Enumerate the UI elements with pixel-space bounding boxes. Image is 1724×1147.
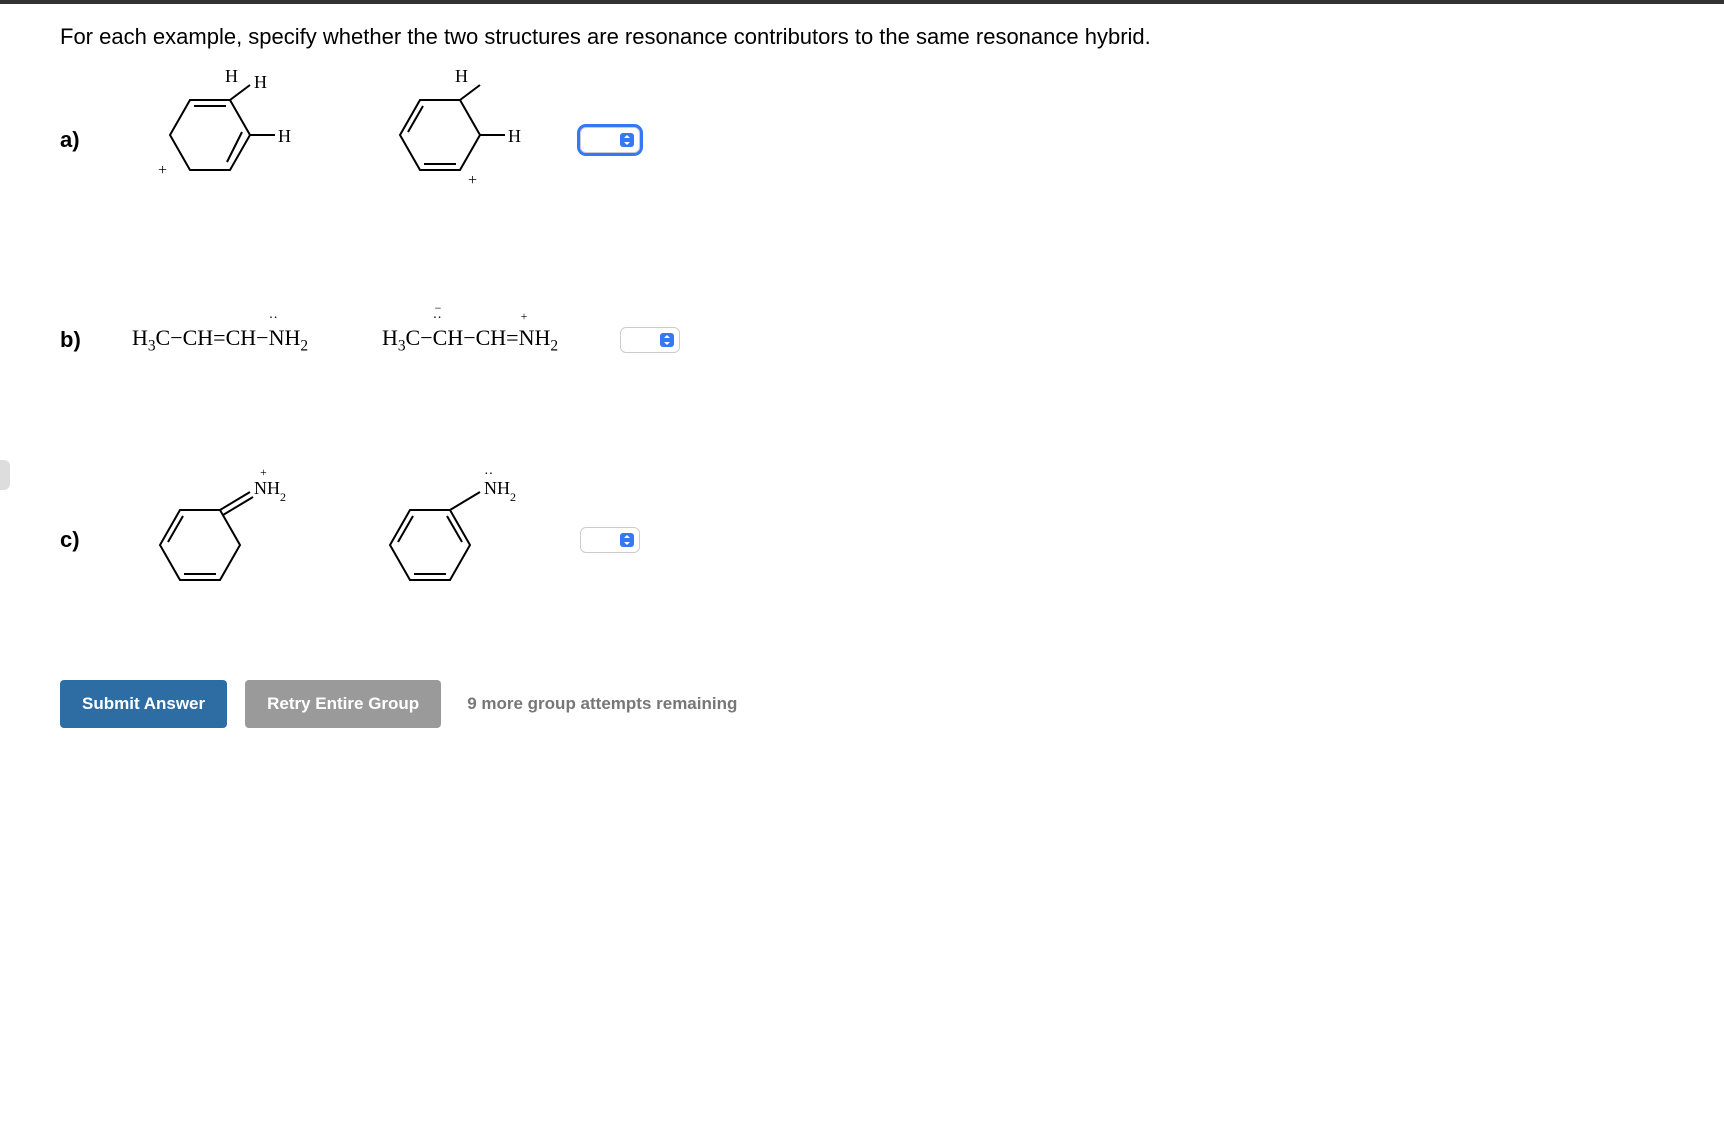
structure-c-2: NH2 ·· (350, 480, 550, 600)
svg-text:+: + (158, 162, 167, 179)
structure-a-1: H H H + (120, 80, 320, 200)
label-b: b) (60, 327, 90, 353)
structure-a-2: H H + (350, 80, 550, 200)
structure-c-1: NH2 + (120, 480, 320, 600)
select-c[interactable] (580, 527, 640, 553)
select-a-wrap (580, 127, 640, 153)
retry-button[interactable]: Retry Entire Group (245, 680, 441, 728)
svg-text:H: H (225, 66, 238, 86)
svg-text:+: + (260, 465, 267, 479)
structure-b-2: H3C−C··−H−CH=N+H2 (350, 280, 590, 400)
select-c-wrap (580, 527, 640, 553)
button-row: Submit Answer Retry Entire Group 9 more … (60, 680, 1664, 728)
svg-text:NH2: NH2 (254, 478, 286, 504)
svg-text:H: H (278, 126, 291, 146)
select-b-wrap (620, 327, 680, 353)
label-a: a) (60, 127, 90, 153)
structure-b-1: H3C−CH=CH−N··H2 (120, 280, 320, 400)
select-b[interactable] (620, 327, 680, 353)
question-b-row: b) H3C−CH=CH−N··H2 H3C−C··−H−CH=N+H2 (60, 280, 1664, 400)
question-prompt: For each example, specify whether the tw… (60, 24, 1664, 50)
svg-text:H: H (455, 66, 468, 86)
select-a[interactable] (580, 127, 640, 153)
question-a-row: a) H H H + (60, 80, 1664, 200)
scroll-hint (0, 460, 10, 490)
svg-text:H: H (254, 72, 267, 92)
submit-button[interactable]: Submit Answer (60, 680, 227, 728)
svg-text:··: ·· (484, 467, 493, 482)
svg-text:H: H (508, 126, 521, 146)
label-c: c) (60, 527, 90, 553)
content-area: For each example, specify whether the tw… (0, 4, 1724, 748)
question-c-row: c) NH2 + NH2 (60, 480, 1664, 600)
attempts-remaining: 9 more group attempts remaining (467, 694, 737, 714)
svg-text:+: + (468, 172, 477, 189)
